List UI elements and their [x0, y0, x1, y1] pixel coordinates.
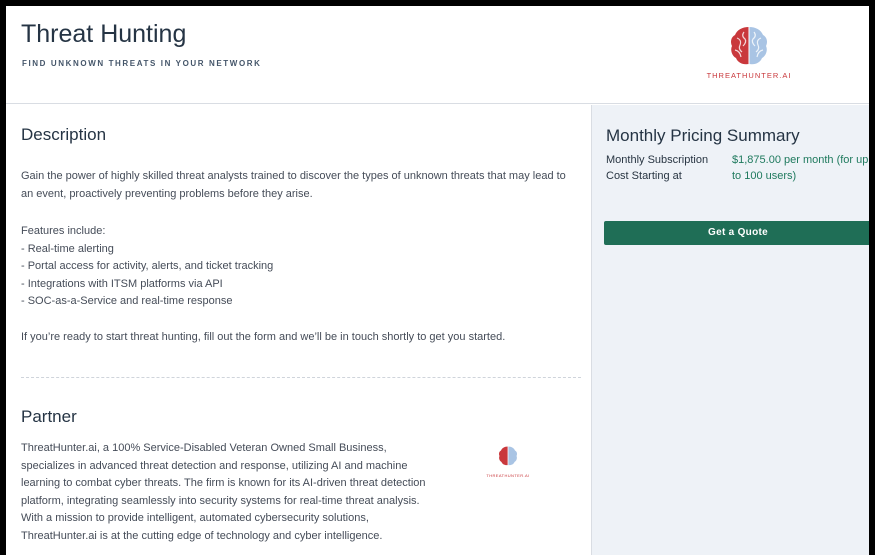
- feature-item: - Real-time alerting: [21, 243, 114, 255]
- price-value: $1,875.00 per month (for up to 100 users…: [732, 154, 869, 182]
- brain-icon: [731, 27, 767, 65]
- description-heading: Description: [21, 125, 107, 144]
- get-a-quote-button[interactable]: Get a Quote: [604, 221, 869, 245]
- feature-item: - Integrations with ITSM platforms via A…: [21, 278, 223, 290]
- partner-logo: THREATHUNTER.AI: [480, 445, 536, 478]
- brain-icon: [499, 446, 517, 466]
- threathunter-logo: THREATHUNTER.AI: [694, 24, 804, 94]
- page-header: Threat Hunting FIND UNKNOWN THREATS IN Y…: [6, 6, 869, 104]
- section-divider: [21, 377, 581, 378]
- feature-item: - SOC-as-a-Service and real-time respons…: [21, 295, 233, 307]
- partner-text: ThreatHunter.ai, a 100% Service-Disabled…: [21, 442, 426, 542]
- partner-logo-text: THREATHUNTER.AI: [486, 473, 530, 478]
- description-intro: Gain the power of highly skilled threat …: [21, 170, 566, 200]
- description-cta: If you’re ready to start threat hunting,…: [21, 331, 506, 343]
- page-title: Threat Hunting: [21, 20, 187, 48]
- pricing-heading: Monthly Pricing Summary: [606, 126, 800, 145]
- page-subtitle: FIND UNKNOWN THREATS IN YOUR NETWORK: [22, 59, 262, 68]
- pricing-sidebar: Monthly Pricing Summary Monthly Subscrip…: [591, 105, 869, 555]
- price-label: Monthly Subscription Cost Starting at: [606, 154, 709, 182]
- logo-text: THREATHUNTER.AI: [706, 71, 792, 80]
- main-content: Description Gain the power of highly ski…: [6, 105, 591, 555]
- features-heading: Features include:: [21, 225, 106, 237]
- partner-heading: Partner: [21, 407, 77, 426]
- feature-item: - Portal access for activity, alerts, an…: [21, 260, 274, 272]
- page-frame: Threat Hunting FIND UNKNOWN THREATS IN Y…: [6, 6, 869, 555]
